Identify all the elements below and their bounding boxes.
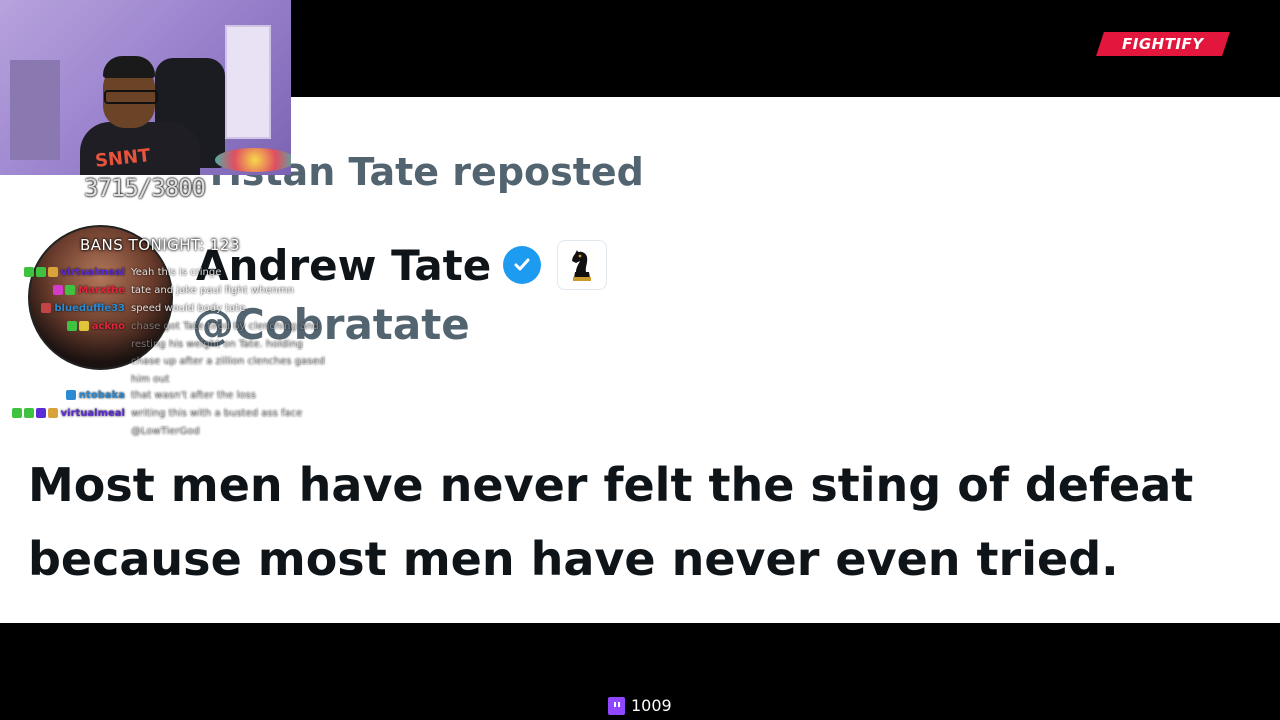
chat-header: ntobaka — [14, 387, 131, 405]
viewer-count: 1009 — [608, 696, 672, 715]
chat-text: Yeah this is cringe — [131, 267, 222, 278]
webcam-rug — [215, 148, 291, 172]
fightify-logo: FIGHTIFY — [1096, 32, 1230, 56]
chat-message: Marxthe tate and jake paul fight whenmn — [14, 282, 331, 300]
chat-badge-icon — [47, 408, 58, 418]
chat-header: Marxthe — [14, 282, 131, 300]
chat-header: virtualmeal — [11, 405, 131, 423]
chess-knight-icon — [557, 240, 608, 290]
tweet-line: because most men have never even tried. — [28, 532, 1119, 586]
chat-header: virtualmeal — [14, 264, 131, 282]
chat-username[interactable]: ackno — [92, 318, 125, 336]
chat-username[interactable]: blueduffle33 — [54, 300, 125, 318]
chat-message: ackno chase got Tate tired by clenching a… — [14, 318, 331, 388]
webcam-door — [225, 25, 271, 139]
logo-text: FIGHTIFY — [1122, 35, 1204, 53]
chat-badge-icon — [65, 285, 76, 295]
chat-badge-icon — [35, 267, 46, 277]
chat-badge-icon — [41, 303, 52, 313]
chat-header: blueduffle33 — [14, 300, 131, 318]
chat-text: speed would body tate — [131, 303, 246, 314]
webcam-person-hair — [103, 56, 155, 78]
goal-counter: 3715/3800 — [84, 174, 206, 202]
chat-badge-icon — [65, 390, 76, 400]
twitch-icon — [608, 696, 625, 715]
chat-text: tate and jake paul fight whenmn — [131, 285, 294, 296]
webcam-feed: SNNT — [0, 0, 291, 175]
chat-username[interactable]: virtualmeal — [61, 405, 125, 423]
webcam-glasses — [104, 90, 158, 104]
chat-badge-icon — [23, 408, 34, 418]
webcam-cat-tree — [10, 60, 60, 160]
chat-message: blueduffle33 speed would body tate — [14, 300, 331, 318]
chat-username[interactable]: virtualmeal — [61, 264, 125, 282]
chat-badges — [41, 303, 52, 318]
chat-badge-icon — [35, 408, 46, 418]
chat-message: ntobaka that wasn't after the loss — [14, 387, 331, 405]
chat-message: virtualmeal writing this with a busted as… — [11, 405, 331, 440]
chat-badges — [23, 267, 58, 282]
chat-badge-icon — [11, 408, 22, 418]
viewer-count-value: 1009 — [631, 696, 672, 715]
chat-badges — [65, 390, 76, 405]
chat-badge-icon — [23, 267, 34, 277]
bans-counter: BANS TONIGHT: 123 — [80, 236, 241, 254]
chat-badge-icon — [53, 285, 64, 295]
verified-badge-icon — [503, 246, 542, 284]
chat-badges — [53, 285, 76, 300]
chat-username[interactable]: Marxthe — [78, 282, 125, 300]
chat-badge-icon — [66, 321, 77, 331]
chat-text: writing this with a busted ass face @Low… — [131, 408, 303, 437]
chat-text: chase got Tate tired by clenching and re… — [131, 321, 325, 385]
chat-header: ackno — [14, 318, 131, 336]
chat-badge-icon — [47, 267, 58, 277]
tweet-line: Most men have never felt the sting of de… — [28, 458, 1194, 512]
chat-badges — [11, 408, 58, 423]
chat-message: virtualmeal Yeah this is cringe — [14, 264, 331, 282]
chat-text: that wasn't after the loss — [131, 390, 256, 401]
chat-badges — [66, 321, 89, 336]
chat-username[interactable]: ntobaka — [79, 387, 125, 405]
chat-badge-icon — [78, 321, 89, 331]
tweet-text: Most men have never felt the sting of de… — [28, 448, 1248, 596]
